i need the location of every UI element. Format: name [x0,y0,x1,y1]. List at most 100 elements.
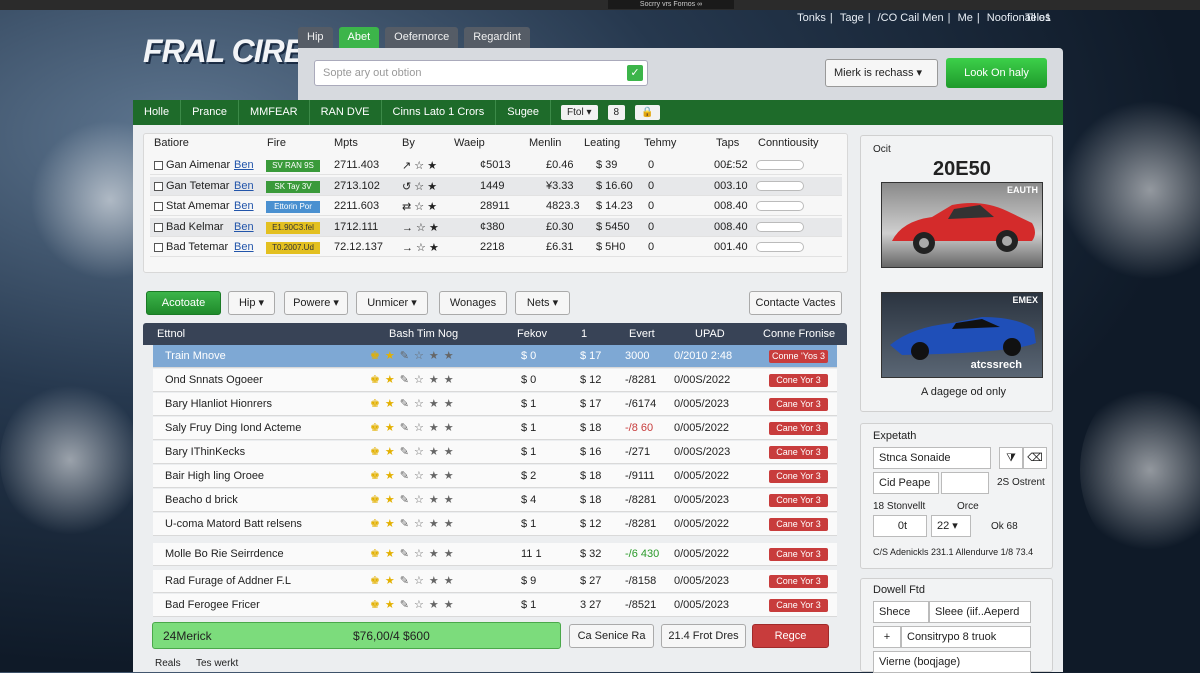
nav-item-sugee[interactable]: Sugee [496,100,552,125]
row-badge[interactable]: Cone Yor 3 [769,494,828,507]
edit-icon[interactable]: ✎ [400,575,414,587]
top-link-3[interactable]: /CO Cail Men [878,12,944,24]
table-row[interactable]: Ond Snnats Ogoeer ♚★✎☆★★ $ 0 $ 12 -/8281 0/00… [153,369,837,392]
front-button[interactable]: 21.4 Frot Dres [661,624,746,648]
star-icon[interactable]: ★ [385,374,400,386]
table-row[interactable]: Bad Ferogee Fricer ♚★✎☆★★ $ 13 27 -/8521 0/0… [153,594,837,617]
star-icon[interactable]: ☆ [414,422,429,434]
table-row[interactable]: Train Mnove ♚★✎☆★★ $ 0 $ 17 3000 0/2010 2:48 C… [153,345,837,368]
star-icon[interactable]: ☆ [414,350,429,362]
star-icon[interactable]: ☆ [414,470,429,482]
hip-dropdown[interactable]: Hip ▾ [228,291,275,315]
lock-icon[interactable]: 🔒 [635,105,660,120]
edit-icon[interactable]: ✎ [400,494,414,506]
row-checkbox[interactable] [154,181,163,191]
tab-abet[interactable]: Abet [338,27,380,48]
row-rating-icons[interactable]: ♚★✎☆★★ [370,517,459,530]
trophy-icon[interactable]: ♚ [370,599,385,611]
star-icon[interactable]: ★ [444,422,459,434]
top-link-4[interactable]: Me [958,12,973,24]
edit-icon[interactable]: ✎ [400,422,414,434]
star-icon[interactable]: ★ [429,518,444,530]
nav-item-holle[interactable]: Holle [133,100,182,125]
trophy-icon[interactable]: ♚ [370,494,385,506]
header-dropdown[interactable]: Mierk is rechass ▾ [825,59,938,87]
wonages-button[interactable]: Wonages [439,291,507,315]
star-icon[interactable]: ★ [385,518,400,530]
filter-field-1[interactable]: Stnca Sonaide [873,447,991,469]
table-row[interactable]: Bary IThinKecks ♚★✎☆★★ $ 1 $ 16 -/271 0/00S/2… [153,441,837,464]
nav-select[interactable]: Ftol ▾ [561,105,598,120]
row-rating-icons[interactable]: ♚★✎☆★★ [370,397,459,410]
star-icon[interactable]: ★ [429,422,444,434]
trophy-icon[interactable]: ♚ [370,350,385,362]
table-row[interactable]: Saly Fruy Ding Iond Acteme ♚★✎☆★★ $ 1 $ 18-… [153,417,837,440]
star-icon[interactable]: ☆ [414,518,429,530]
row-checkbox[interactable] [154,222,163,232]
table-row[interactable]: U-coma Matord Batt relsens ♚★✎☆★★ $ 1 $ 12-… [153,513,837,536]
trophy-icon[interactable]: ♚ [370,518,385,530]
star-icon[interactable]: ★ [444,518,459,530]
edit-icon[interactable]: ✎ [400,350,414,362]
row-checkbox[interactable] [154,161,163,170]
site-logo[interactable]: FRAL CIRE [143,33,305,70]
star-icon[interactable]: ☆ [414,494,429,506]
search-input[interactable]: Sopte ary out obtion ✓ [314,60,648,86]
details-field-1[interactable]: Shece [873,601,929,623]
star-icon[interactable]: ☆ [414,575,429,587]
activate-button[interactable]: Acotoate [146,291,221,315]
trophy-icon[interactable]: ♚ [370,398,385,410]
row-rating-icons[interactable]: ♚★✎☆★★ [370,421,459,434]
table-row[interactable]: Bary Hlanliot Hionrers ♚★✎☆★★ $ 1 $ 17 -/617… [153,393,837,416]
tab-hip[interactable]: Hip [298,27,333,48]
service-button[interactable]: Ca Senice Ra [569,624,654,648]
edit-icon[interactable]: ✎ [400,599,414,611]
nets-dropdown[interactable]: Nets ▾ [515,291,570,315]
row-rating-icons[interactable]: ♚★✎☆★★ [370,349,459,362]
row-badge[interactable]: Conne 'Yos 3 [769,350,828,363]
table-row[interactable]: Beacho d brick ♚★✎☆★★ $ 4 $ 18 -/8281 0/005/2… [153,489,837,512]
edit-icon[interactable]: ✎ [400,446,414,458]
star-icon[interactable]: ★ [444,548,459,560]
trophy-icon[interactable]: ♚ [370,374,385,386]
nav-box-2[interactable]: 8 [607,105,626,120]
row-rating-icons[interactable]: ♚★✎☆★★ [370,598,459,611]
star-icon[interactable]: ★ [385,470,400,482]
edit-icon[interactable]: ✎ [400,374,414,386]
star-icon[interactable]: ★ [444,470,459,482]
details-field-3[interactable]: Vierne (boqjage) [873,651,1031,673]
star-icon[interactable]: ★ [444,599,459,611]
row-checkbox[interactable] [154,243,163,252]
row-rating-icons[interactable]: ♚★✎☆★★ [370,373,459,386]
trophy-icon[interactable]: ♚ [370,470,385,482]
star-icon[interactable]: ☆ [414,548,429,560]
check-icon[interactable]: ✓ [627,65,643,81]
star-icon[interactable]: ★ [429,599,444,611]
star-icon[interactable]: ☆ [414,398,429,410]
star-icon[interactable]: ★ [429,470,444,482]
star-icon[interactable]: ★ [385,548,400,560]
table-row[interactable]: Molle Bo Rie Seirrdence ♚★✎☆★★ 11 1 $ 32 -/6… [153,543,837,566]
star-icon[interactable]: ★ [429,575,444,587]
trophy-icon[interactable]: ♚ [370,548,385,560]
filter-select-3[interactable]: 22 ▾ [931,515,971,537]
nav-item-prance[interactable]: Prance [181,100,239,125]
unmicer-dropdown[interactable]: Unmicer ▾ [356,291,428,315]
row-badge[interactable]: Cone Yor 3 [769,374,828,387]
top-link-2[interactable]: Tage [840,12,864,24]
star-icon[interactable]: ★ [385,422,400,434]
tab-regardint[interactable]: Regardint [464,27,530,48]
row-link[interactable]: Ben [234,180,254,192]
row-rating-icons[interactable]: ♚★✎☆★★ [370,493,459,506]
nav-item-mmfear[interactable]: MMFEAR [239,100,310,125]
star-icon[interactable]: ★ [385,599,400,611]
star-icon[interactable]: ★ [444,446,459,458]
trophy-icon[interactable]: ♚ [370,422,385,434]
row-link[interactable]: Ben [234,200,254,212]
star-icon[interactable]: ★ [444,350,459,362]
row-link[interactable]: Ben [234,159,254,171]
row-badge[interactable]: Cane Yor 3 [769,599,828,612]
row-rating-icons[interactable]: ♚★✎☆★★ [370,469,459,482]
star-icon[interactable]: ★ [429,494,444,506]
nav-item-cinns[interactable]: Cinns Lato 1 Crors [382,100,497,125]
